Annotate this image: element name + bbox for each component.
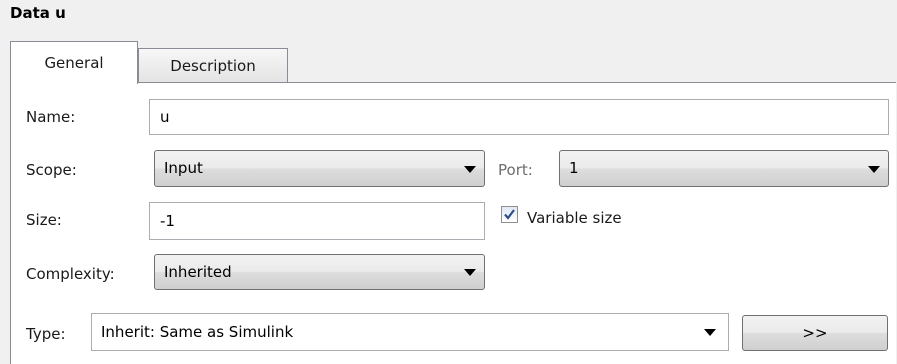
type-label: Type:	[26, 325, 66, 343]
complexity-dropdown[interactable]: Inherited	[154, 254, 485, 290]
type-value: Inherit: Same as Simulink	[101, 323, 294, 341]
port-dropdown[interactable]: 1	[559, 150, 889, 187]
name-input[interactable]: u	[149, 99, 889, 135]
scope-label: Scope:	[26, 161, 77, 179]
dialog-title: Data u	[10, 4, 66, 22]
scope-value: Input	[164, 159, 203, 177]
tab-description[interactable]: Description	[138, 48, 288, 83]
complexity-label: Complexity:	[26, 265, 115, 283]
port-label: Port:	[498, 161, 533, 179]
port-value: 1	[569, 159, 579, 177]
variable-size-checkbox[interactable]	[501, 206, 518, 223]
size-label: Size:	[26, 211, 62, 229]
name-label: Name:	[26, 108, 76, 126]
chevron-down-icon	[464, 165, 476, 173]
data-type-assistant-button[interactable]: >>	[742, 315, 888, 351]
checkmark-icon	[504, 209, 515, 220]
complexity-value: Inherited	[164, 263, 232, 281]
scope-dropdown[interactable]: Input	[154, 150, 485, 187]
tab-general[interactable]: General	[10, 41, 138, 84]
chevron-down-icon	[704, 329, 716, 336]
type-dropdown[interactable]: Inherit: Same as Simulink	[91, 313, 729, 351]
size-input[interactable]: -1	[149, 202, 485, 240]
chevron-down-icon	[868, 165, 880, 173]
variable-size-label: Variable size	[527, 209, 622, 227]
chevron-down-icon	[464, 269, 476, 276]
